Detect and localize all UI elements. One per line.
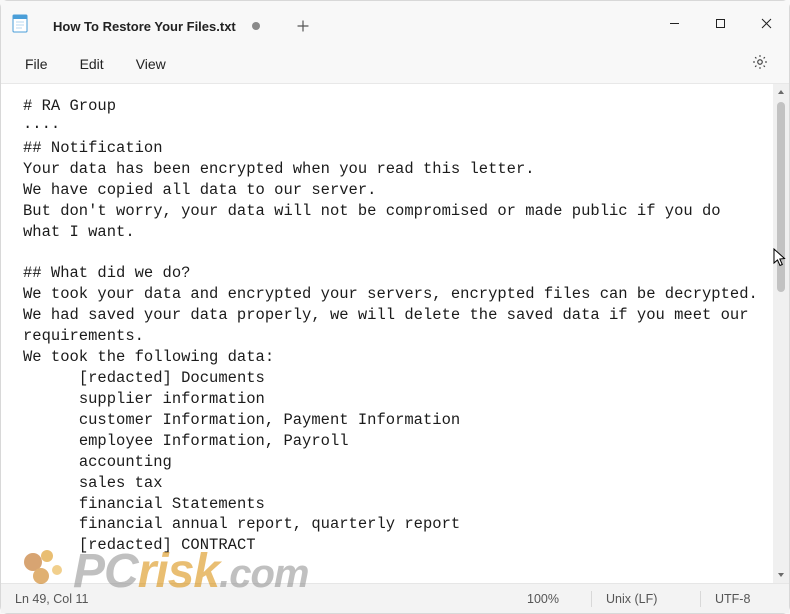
unsaved-indicator-icon[interactable] bbox=[252, 22, 260, 30]
menu-file[interactable]: File bbox=[9, 50, 64, 78]
tab-active[interactable]: How To Restore Your Files.txt bbox=[41, 8, 272, 44]
status-encoding: UTF-8 bbox=[715, 592, 775, 606]
minimize-button[interactable] bbox=[651, 3, 697, 43]
tab-title: How To Restore Your Files.txt bbox=[53, 19, 236, 34]
statusbar: Ln 49, Col 11 100% Unix (LF) UTF-8 bbox=[1, 583, 789, 613]
gear-icon bbox=[751, 53, 769, 76]
scroll-up-button[interactable] bbox=[773, 84, 789, 100]
status-zoom[interactable]: 100% bbox=[527, 592, 577, 606]
maximize-button[interactable] bbox=[697, 3, 743, 43]
status-position: Ln 49, Col 11 bbox=[15, 592, 106, 606]
notepad-icon bbox=[11, 12, 29, 34]
close-button[interactable] bbox=[743, 3, 789, 43]
new-tab-button[interactable] bbox=[286, 9, 320, 43]
scroll-down-button[interactable] bbox=[773, 567, 789, 583]
menu-edit[interactable]: Edit bbox=[64, 50, 120, 78]
text-content[interactable]: # RA Group ···· ## Notification Your dat… bbox=[1, 84, 773, 583]
settings-button[interactable] bbox=[743, 47, 777, 81]
vertical-scrollbar[interactable] bbox=[773, 84, 789, 583]
scroll-thumb[interactable] bbox=[777, 102, 785, 292]
divider bbox=[591, 591, 592, 607]
editor-area: # RA Group ···· ## Notification Your dat… bbox=[1, 83, 789, 583]
divider bbox=[700, 591, 701, 607]
status-line-ending: Unix (LF) bbox=[606, 592, 686, 606]
menubar: File Edit View bbox=[1, 45, 789, 83]
titlebar: How To Restore Your Files.txt bbox=[1, 1, 789, 45]
menu-view[interactable]: View bbox=[120, 50, 182, 78]
